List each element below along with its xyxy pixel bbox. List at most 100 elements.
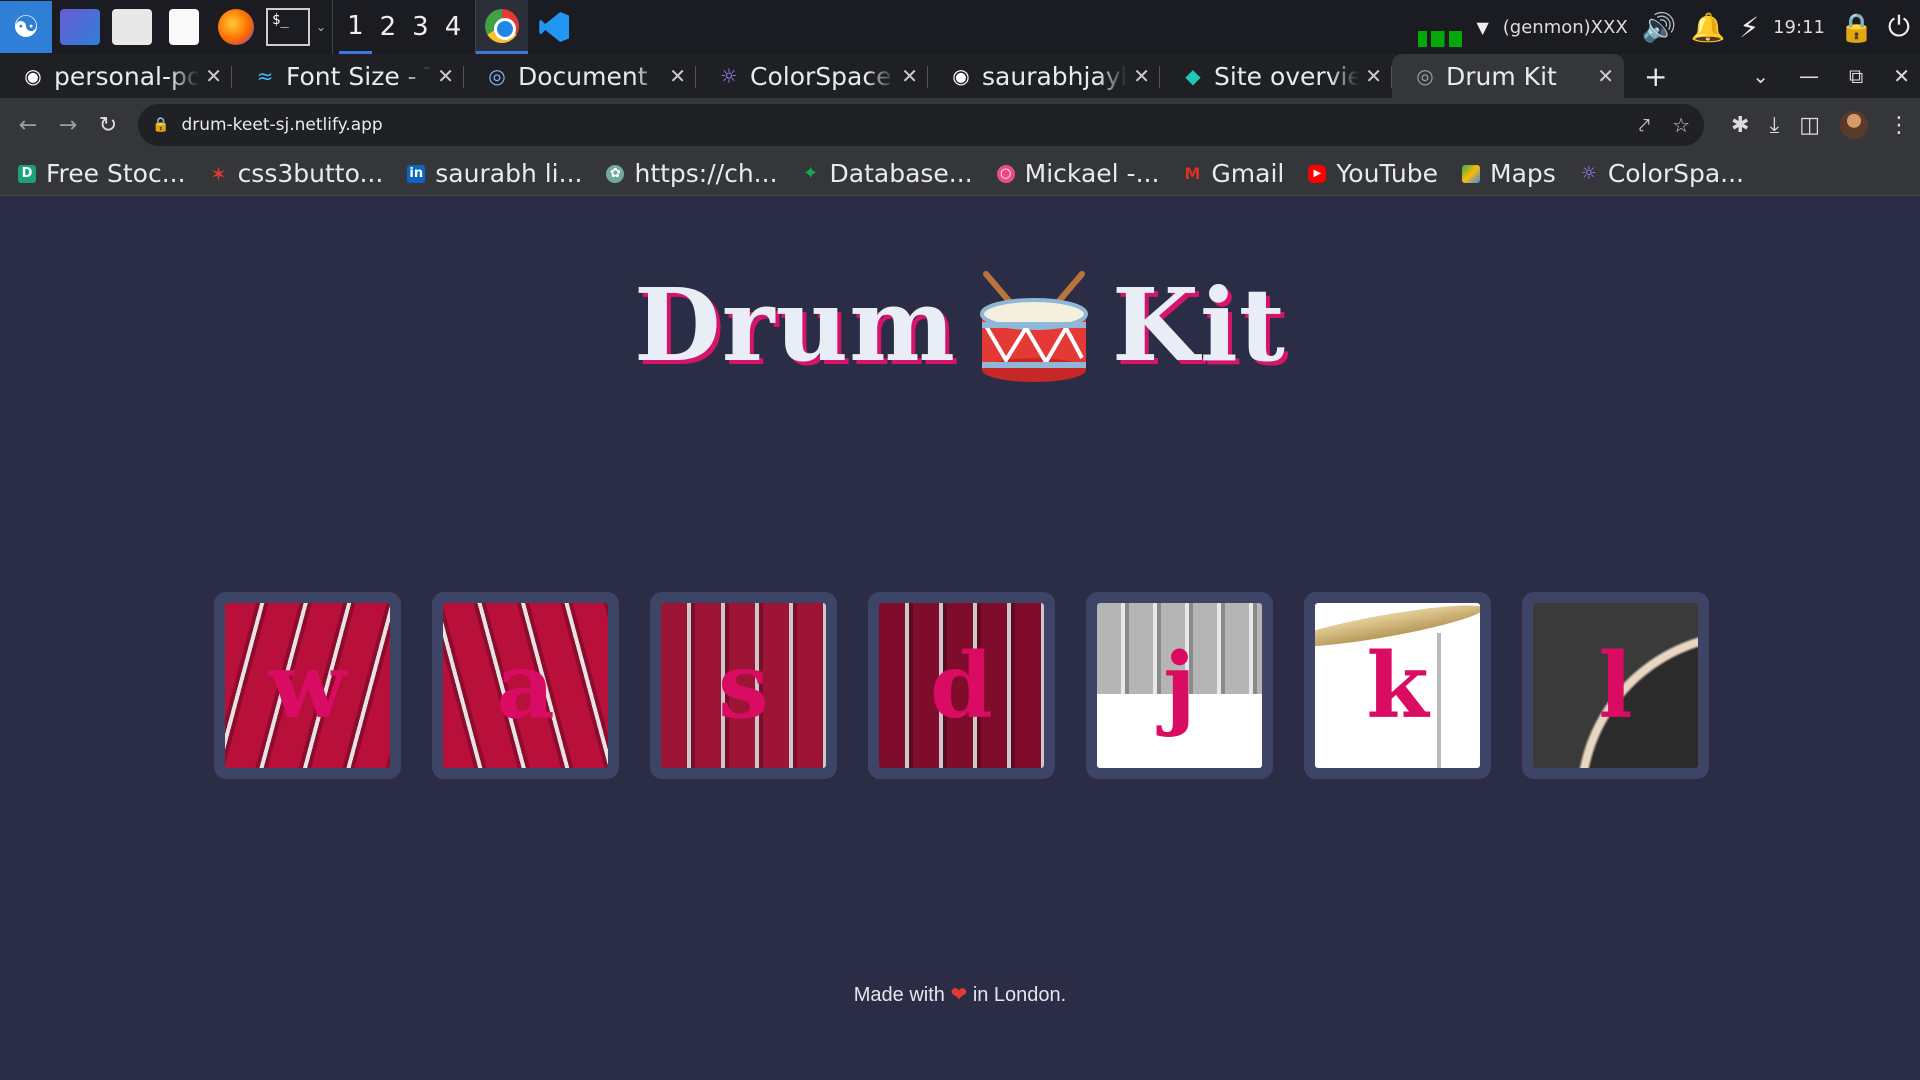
lock-icon[interactable]: 🔒 xyxy=(1839,11,1874,44)
snare-drum-image[interactable]: j xyxy=(1097,603,1262,768)
close-window-icon[interactable]: ✕ xyxy=(1893,64,1910,88)
workspace-3-button[interactable]: 3 xyxy=(404,0,437,54)
netlify-icon: ◆ xyxy=(1185,64,1201,88)
bookmark-mickael[interactable]: ○ Mickael -... xyxy=(996,159,1160,188)
tab-colorspace[interactable]: ☼ ColorSpace - Color Palettes ✕ xyxy=(696,54,928,98)
system-tray: ▼ (genmon)XXX 🔊 🔔 ⚡ 19:11 🔒 ⏻ xyxy=(1418,0,1920,54)
tab-drum-kit[interactable]: ◎ Drum Kit ✕ xyxy=(1392,54,1624,98)
tom-drum-image[interactable]: s xyxy=(661,603,826,768)
close-icon[interactable]: ✕ xyxy=(669,64,686,88)
bookmark-label: YouTube xyxy=(1336,159,1439,188)
github-icon: ◉ xyxy=(952,64,970,88)
terminal-icon[interactable]: $_ xyxy=(266,8,310,46)
notification-bell-icon[interactable]: 🔔 xyxy=(1691,11,1726,44)
bookmark-star-icon[interactable]: ☆ xyxy=(1672,113,1690,137)
bookmark-maps[interactable]: Maps xyxy=(1462,159,1556,188)
drum-key-s[interactable]: s xyxy=(650,592,837,779)
file-manager-icon[interactable] xyxy=(108,3,156,51)
battery-charging-icon[interactable]: ⚡ xyxy=(1739,11,1759,44)
close-icon[interactable]: ✕ xyxy=(205,64,222,88)
close-icon[interactable]: ✕ xyxy=(1133,64,1150,88)
minimize-icon[interactable]: — xyxy=(1799,64,1819,88)
title-word-drum: Drum xyxy=(633,266,956,384)
close-icon[interactable]: ✕ xyxy=(1365,64,1382,88)
drum-key-l[interactable]: l xyxy=(1522,592,1709,779)
drum-key-w[interactable]: w xyxy=(214,592,401,779)
bookmark-css3buttons[interactable]: ✶ css3butto... xyxy=(210,159,383,188)
github-icon: ◉ xyxy=(24,64,42,88)
show-desktop-icon[interactable] xyxy=(56,3,104,51)
drum-key-k[interactable]: k xyxy=(1304,592,1491,779)
profile-avatar[interactable] xyxy=(1840,111,1868,139)
tab-search-icon[interactable]: ⌄ xyxy=(1752,64,1769,88)
star-icon: ✶ xyxy=(210,161,227,186)
page-footer: Made with ❤ in London. xyxy=(0,982,1920,1007)
firefox-icon[interactable] xyxy=(212,3,260,51)
tab-site-overview[interactable]: ◆ Site overview ✕ xyxy=(1160,54,1392,98)
close-icon[interactable]: ✕ xyxy=(437,64,454,88)
address-bar[interactable]: 🔒 drum-keet-sj.netlify.app ⤤ ☆ xyxy=(138,104,1704,146)
cpu-graph xyxy=(1418,31,1463,47)
clock[interactable]: 19:11 xyxy=(1773,17,1825,38)
chrome-window-button[interactable] xyxy=(476,0,529,54)
new-tab-button[interactable]: + xyxy=(1644,60,1667,93)
browser-toolbar: ← → ↻ 🔒 drum-keet-sj.netlify.app ⤤ ☆ ✱ ⤓… xyxy=(0,98,1920,152)
volume-icon[interactable]: 🔊 xyxy=(1642,11,1677,44)
tab-title: personal-portfolio xyxy=(54,61,200,91)
tab-document[interactable]: ◎ Document ✕ xyxy=(464,54,696,98)
bookmark-label: saurabh li... xyxy=(435,159,583,188)
close-icon[interactable]: ✕ xyxy=(1597,64,1614,88)
drum-keys: w a s d j k l xyxy=(214,592,1709,779)
tom-drum-image[interactable]: w xyxy=(225,603,390,768)
bookmark-free-stock[interactable]: D Free Stoc... xyxy=(18,159,186,188)
drum-key-a[interactable]: a xyxy=(432,592,619,779)
colorspace-icon: ☼ xyxy=(720,64,738,88)
tom-drum-image[interactable]: d xyxy=(879,603,1044,768)
workspace-2-button[interactable]: 2 xyxy=(372,0,405,54)
browser-tab-strip: ◉ personal-portfolio ✕ ≈ Font Size - Tai… xyxy=(0,54,1920,98)
reload-icon[interactable]: ↻ xyxy=(88,113,128,138)
wifi-icon[interactable]: ▼ xyxy=(1476,18,1488,37)
key-letter: j xyxy=(1163,632,1196,739)
kick-drum-image[interactable]: l xyxy=(1533,603,1698,768)
extensions-puzzle-icon[interactable]: ✱ xyxy=(1731,113,1749,138)
text-editor-icon[interactable] xyxy=(160,3,208,51)
bookmark-colorspace[interactable]: ☼ ColorSpa... xyxy=(1580,159,1744,188)
bookmark-chatgpt[interactable]: ✿ https://ch... xyxy=(606,159,778,188)
bookmark-linkedin[interactable]: in saurabh li... xyxy=(407,159,582,188)
tab-title: Font Size - Tailwind CSS xyxy=(286,61,431,91)
gmail-icon: M xyxy=(1184,164,1201,183)
bookmark-gmail[interactable]: M Gmail xyxy=(1183,159,1284,188)
bookmark-youtube[interactable]: ▶ YouTube xyxy=(1308,159,1438,188)
download-icon[interactable]: ⤓ xyxy=(1769,113,1779,138)
key-letter: d xyxy=(930,632,993,739)
side-panel-icon[interactable]: ◫ xyxy=(1799,113,1820,138)
tom-drum-image[interactable]: a xyxy=(443,603,608,768)
back-arrow-icon[interactable]: ← xyxy=(8,113,48,138)
vscode-window-button[interactable] xyxy=(528,0,580,54)
bookmark-database[interactable]: ✦ Database... xyxy=(802,159,973,188)
workspace-4-button[interactable]: 4 xyxy=(437,0,470,54)
url-text[interactable]: drum-keet-sj.netlify.app xyxy=(181,115,382,135)
tab-font-size[interactable]: ≈ Font Size - Tailwind CSS ✕ xyxy=(232,54,464,98)
kali-menu-icon[interactable]: ☯ xyxy=(0,1,52,53)
tab-saurabhjaykar[interactable]: ◉ saurabhjaykar ✕ xyxy=(928,54,1160,98)
restore-icon[interactable]: ⧉ xyxy=(1849,64,1863,88)
crash-cymbal-image[interactable]: k xyxy=(1315,603,1480,768)
bookmark-label: Maps xyxy=(1490,159,1556,188)
openai-icon: ✿ xyxy=(606,164,625,183)
lock-icon[interactable]: 🔒 xyxy=(152,117,169,133)
workspace-1-button[interactable]: 1 xyxy=(339,0,372,54)
chevron-down-icon[interactable]: ⌄ xyxy=(316,20,326,34)
key-letter: s xyxy=(718,632,769,739)
share-icon[interactable]: ⤤ xyxy=(1639,113,1650,137)
forward-arrow-icon[interactable]: → xyxy=(48,113,88,138)
power-icon[interactable]: ⏻ xyxy=(1888,10,1910,44)
tab-personal-portfolio[interactable]: ◉ personal-portfolio ✕ xyxy=(0,54,232,98)
bookmark-label: Mickael -... xyxy=(1024,159,1160,188)
tab-title: Site overview xyxy=(1214,61,1360,91)
kebab-menu-icon[interactable]: ⋮ xyxy=(1888,113,1910,138)
close-icon[interactable]: ✕ xyxy=(901,64,918,88)
drum-key-d[interactable]: d xyxy=(868,592,1055,779)
drum-key-j[interactable]: j xyxy=(1086,592,1273,779)
